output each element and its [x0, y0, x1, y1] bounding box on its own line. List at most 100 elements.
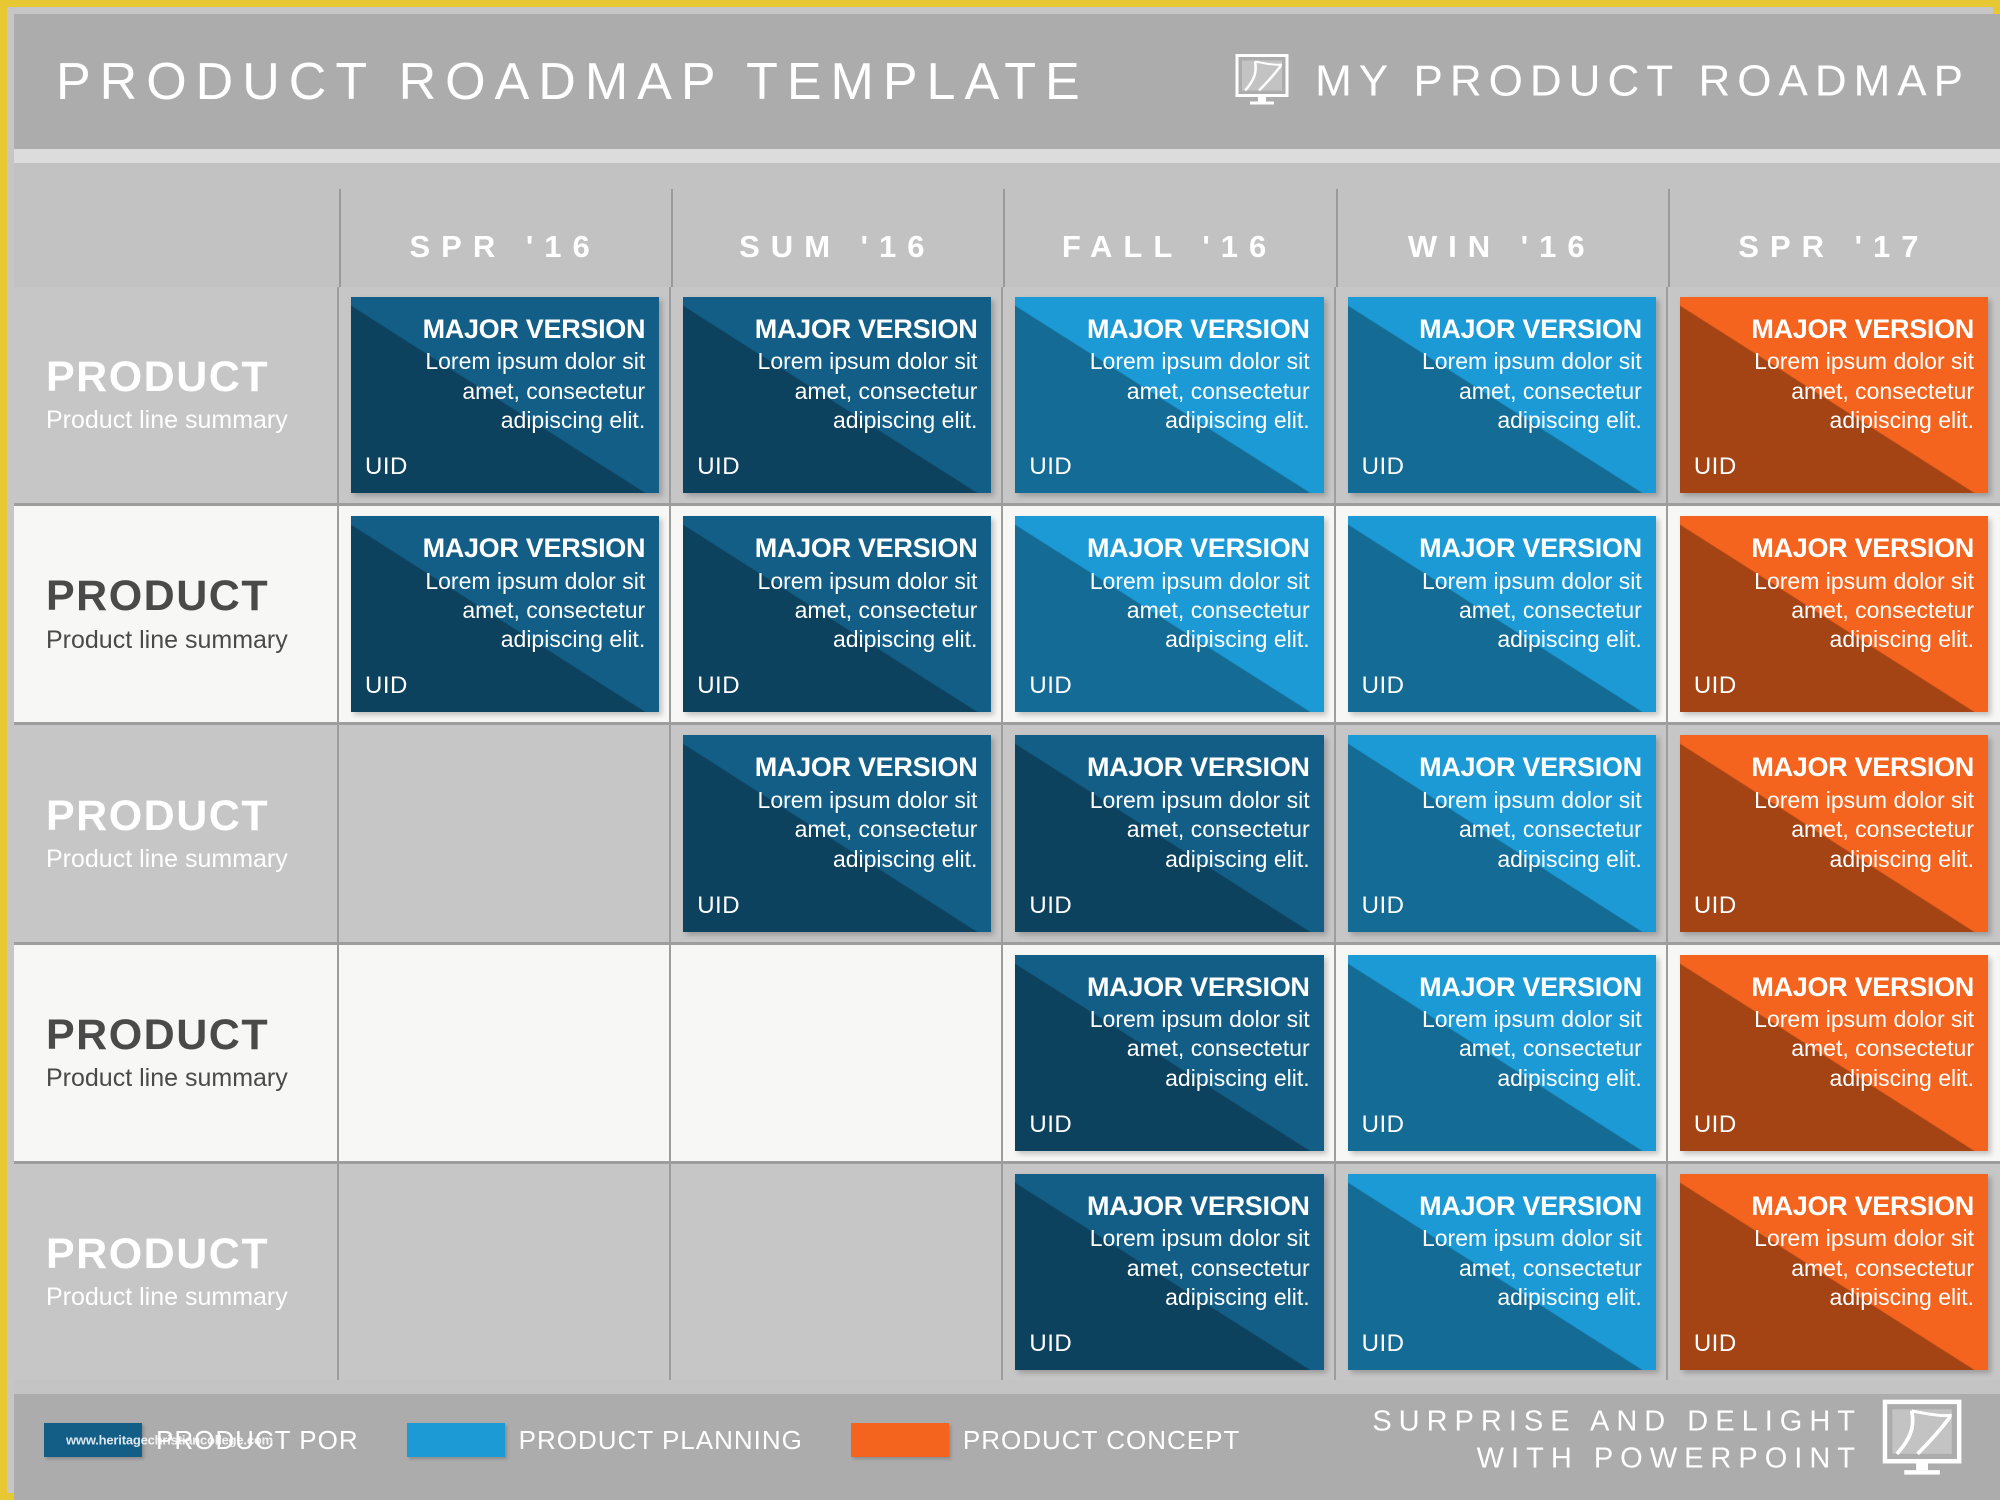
legend-item[interactable]: www.heritagechristiancollege.com PRODUCT … [44, 1423, 359, 1457]
card-title: MAJOR VERSION [1751, 314, 1975, 344]
release-card[interactable]: MAJOR VERSION Lorem ipsum dolor sit amet,… [1347, 516, 1656, 713]
roadmap-cell: MAJOR VERSION Lorem ipsum dolor sit amet,… [671, 287, 1004, 504]
timeline-label: FALL '16 [1061, 229, 1278, 264]
release-card[interactable]: MAJOR VERSION Lorem ipsum dolor sit amet,… [351, 516, 660, 713]
empty-cell [683, 955, 991, 1151]
footer-bar: www.heritagechristiancollege.com PRODUCT … [14, 1380, 2000, 1500]
product-row-cells: MAJOR VERSION Lorem ipsum dolor sit amet,… [339, 287, 2000, 504]
roadmap-slide: PRODUCT ROADMAP TEMPLATE MY PRODUCT ROAD… [0, 0, 2000, 1500]
roadmap-cell: MAJOR VERSION Lorem ipsum dolor sit amet,… [1003, 287, 1336, 504]
release-card[interactable]: MAJOR VERSION Lorem ipsum dolor sit amet,… [1347, 1173, 1656, 1371]
timeline-corner-spacer [14, 163, 339, 287]
card-title: MAJOR VERSION [1086, 533, 1310, 564]
card-uid: UID [697, 672, 741, 700]
release-card[interactable]: MAJOR VERSION Lorem ipsum dolor sit amet,… [1015, 735, 1324, 932]
roadmap-cell: MAJOR VERSION Lorem ipsum dolor sit amet,… [1336, 506, 1669, 723]
timeline-column-2: FALL '16 [1003, 163, 1335, 287]
roadmap-cell [671, 1163, 1004, 1381]
card-description: Lorem ipsum dolor sit amet, consectetur … [1421, 567, 1642, 653]
header-bar: PRODUCT ROADMAP TEMPLATE MY PRODUCT ROAD… [14, 14, 2000, 149]
card-title: MAJOR VERSION [1751, 533, 1975, 564]
empty-cell [683, 1174, 991, 1370]
release-card[interactable]: MAJOR VERSION Lorem ipsum dolor sit amet,… [1347, 735, 1656, 932]
product-row: PRODUCT Product line summary MAJOR VERSION… [14, 725, 2000, 945]
card-uid: UID [365, 453, 408, 481]
timeline-label: WIN '16 [1407, 229, 1596, 264]
empty-cell [351, 955, 659, 1151]
product-row-subtitle: Product line summary [46, 1283, 288, 1312]
product-row-subtitle: Product line summary [46, 406, 288, 435]
card-title: MAJOR VERSION [754, 752, 978, 783]
roadmap-cell: MAJOR VERSION Lorem ipsum dolor sit amet,… [1668, 287, 2000, 503]
card-description: Lorem ipsum dolor sit amet, consectetur … [1089, 1225, 1310, 1311]
release-card[interactable]: MAJOR VERSION Lorem ipsum dolor sit amet,… [1679, 297, 1989, 494]
release-card[interactable]: MAJOR VERSION Lorem ipsum dolor sit amet,… [683, 297, 992, 494]
release-card[interactable]: MAJOR VERSION Lorem ipsum dolor sit amet,… [1015, 954, 1324, 1151]
card-description: Lorem ipsum dolor sit amet, consectetur … [757, 348, 978, 434]
card-description: Lorem ipsum dolor sit amet, consectetur … [1421, 786, 1642, 872]
card-description: Lorem ipsum dolor sit amet, consectetur … [1754, 348, 1975, 434]
site-watermark: www.heritagechristiancollege.com [66, 1432, 273, 1448]
product-row-label[interactable]: PRODUCT Product line summary [14, 944, 339, 1162]
card-uid: UID [1693, 672, 1737, 700]
roadmap-cell [339, 1163, 672, 1381]
roadmap-cell [339, 725, 672, 942]
legend-label: PRODUCT PLANNING [518, 1424, 803, 1455]
card-title: MAJOR VERSION [1419, 314, 1642, 344]
tagline-line-2: WITH POWERPOINT [1476, 1442, 1862, 1474]
release-card[interactable]: MAJOR VERSION Lorem ipsum dolor sit amet,… [683, 735, 992, 932]
card-title: MAJOR VERSION [754, 314, 978, 344]
legend-label: PRODUCT CONCEPT [962, 1424, 1241, 1455]
card-title: MAJOR VERSION [1751, 971, 1975, 1002]
card-description: Lorem ipsum dolor sit amet, consectetur … [757, 786, 978, 872]
card-uid: UID [1693, 1330, 1737, 1358]
product-row: PRODUCT Product line summary MAJOR VERSION… [14, 944, 2000, 1164]
product-row-label[interactable]: PRODUCT Product line summary [14, 1163, 339, 1381]
timeline-column-4: SPR '17 [1667, 163, 2000, 287]
roadmap-cell: MAJOR VERSION Lorem ipsum dolor sit amet,… [1668, 725, 2000, 941]
legend-item[interactable]: PRODUCT PLANNING [406, 1423, 803, 1457]
release-card[interactable]: MAJOR VERSION Lorem ipsum dolor sit amet,… [1015, 516, 1324, 713]
page-title: PRODUCT ROADMAP TEMPLATE [56, 52, 1089, 111]
release-card[interactable]: MAJOR VERSION Lorem ipsum dolor sit amet,… [1679, 954, 1989, 1151]
card-uid: UID [1693, 891, 1737, 919]
product-row-title: PRODUCT [46, 572, 270, 621]
release-card[interactable]: MAJOR VERSION Lorem ipsum dolor sit amet,… [1347, 297, 1656, 494]
roadmap-cell: MAJOR VERSION Lorem ipsum dolor sit amet,… [339, 287, 672, 504]
card-description: Lorem ipsum dolor sit amet, consectetur … [1754, 1225, 1975, 1311]
release-card[interactable]: MAJOR VERSION Lorem ipsum dolor sit amet,… [1347, 954, 1656, 1151]
release-card[interactable]: MAJOR VERSION Lorem ipsum dolor sit amet,… [683, 516, 992, 713]
release-card[interactable]: MAJOR VERSION Lorem ipsum dolor sit amet,… [351, 297, 660, 494]
card-description: Lorem ipsum dolor sit amet, consectetur … [425, 567, 646, 653]
product-row-label[interactable]: PRODUCT Product line summary [14, 506, 339, 723]
legend: www.heritagechristiancollege.com PRODUCT … [44, 1423, 1288, 1457]
roadmap-cell: MAJOR VERSION Lorem ipsum dolor sit amet,… [1003, 506, 1336, 723]
product-row-subtitle: Product line summary [46, 844, 288, 873]
release-card[interactable]: MAJOR VERSION Lorem ipsum dolor sit amet,… [1679, 1173, 1989, 1371]
card-uid: UID [1361, 1330, 1405, 1358]
tagline: SURPRISE AND DELIGHT WITH POWERPOINT [1372, 1404, 1862, 1477]
card-title: MAJOR VERSION [1086, 971, 1310, 1002]
card-uid: UID [1361, 453, 1405, 481]
product-row-cells: MAJOR VERSION Lorem ipsum dolor sit amet,… [339, 1163, 2000, 1381]
release-card[interactable]: MAJOR VERSION Lorem ipsum dolor sit amet,… [1015, 1173, 1324, 1371]
product-row-subtitle: Product line summary [46, 625, 288, 654]
card-uid: UID [1029, 1330, 1073, 1358]
card-uid: UID [1029, 1110, 1073, 1138]
roadmap-cell: MAJOR VERSION Lorem ipsum dolor sit amet,… [1336, 944, 1669, 1162]
legend-item[interactable]: PRODUCT CONCEPT [850, 1423, 1241, 1457]
monitor-road-icon [1235, 53, 1297, 110]
release-card[interactable]: MAJOR VERSION Lorem ipsum dolor sit amet,… [1679, 516, 1989, 713]
card-uid: UID [365, 672, 408, 700]
product-row-label[interactable]: PRODUCT Product line summary [14, 287, 339, 504]
release-card[interactable]: MAJOR VERSION Lorem ipsum dolor sit amet,… [1015, 297, 1324, 494]
card-title: MAJOR VERSION [422, 314, 646, 344]
card-title: MAJOR VERSION [1751, 752, 1975, 783]
release-card[interactable]: MAJOR VERSION Lorem ipsum dolor sit amet,… [1679, 735, 1989, 932]
card-uid: UID [1693, 453, 1737, 481]
footer-divider-strip [14, 1380, 2000, 1394]
roadmap-cell: MAJOR VERSION Lorem ipsum dolor sit amet,… [1336, 1163, 1669, 1381]
card-description: Lorem ipsum dolor sit amet, consectetur … [1754, 786, 1975, 872]
product-row-label[interactable]: PRODUCT Product line summary [14, 725, 339, 942]
card-description: Lorem ipsum dolor sit amet, consectetur … [1089, 1005, 1310, 1091]
